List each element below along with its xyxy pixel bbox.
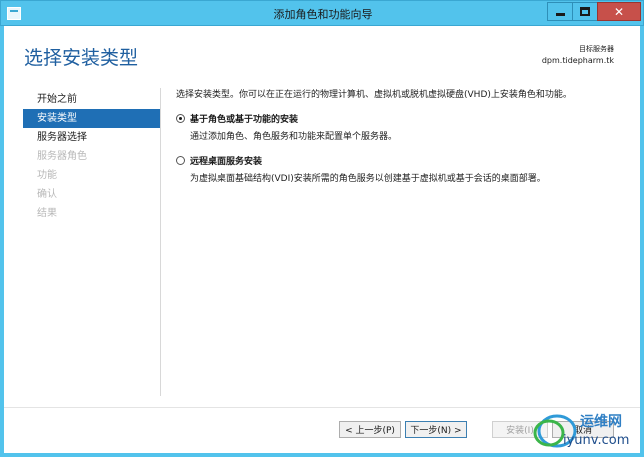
next-button[interactable]: 下一步(N) > <box>405 421 467 438</box>
option-role-based-description: 通过添加角色、角色服务和功能来配置单个服务器。 <box>190 132 398 142</box>
nav-divider <box>160 88 161 396</box>
nav-item-before-you-begin[interactable]: 开始之前 <box>23 90 160 109</box>
option-remote-desktop-description: 为虚拟桌面基础结构(VDI)安装所需的角色服务以创建基于虚拟机或基于会话的桌面部… <box>190 174 546 184</box>
option-remote-desktop[interactable]: 远程桌面服务安装 为虚拟桌面基础结构(VDI)安装所需的角色服务以创建基于虚拟机… <box>176 154 626 184</box>
nav-item-features: 功能 <box>37 170 57 181</box>
close-icon: ✕ <box>613 4 625 19</box>
watermark-domain: iyunv.com <box>563 433 630 448</box>
previous-button[interactable]: < 上一步(P) <box>339 421 401 438</box>
nav-item-installation-type[interactable]: 安装类型 <box>23 109 160 128</box>
wizard-nav: 开始之前 安装类型 服务器选择 服务器角色 功能 确认 结果 <box>23 90 160 223</box>
option-remote-desktop-title[interactable]: 远程桌面服务安装 <box>190 154 626 167</box>
maximize-button[interactable] <box>572 2 598 21</box>
option-role-based[interactable]: 基于角色或基于功能的安装 通过添加角色、角色服务和功能来配置单个服务器。 <box>176 112 626 142</box>
option-role-based-title[interactable]: 基于角色或基于功能的安装 <box>190 112 626 125</box>
footer-divider <box>4 407 640 408</box>
nav-item-server-selection[interactable]: 服务器选择 <box>23 128 160 147</box>
main-content: 选择安装类型。你可以在正在运行的物理计算机、虚拟机或脱机虚拟硬盘(VHD)上安装… <box>176 87 626 184</box>
close-button[interactable]: ✕ <box>597 2 641 21</box>
window-frame-right <box>640 26 644 457</box>
minimize-icon <box>555 12 565 16</box>
page-title: 选择安装类型 <box>24 47 139 69</box>
radio-role-based[interactable] <box>176 114 185 123</box>
target-server-label: 目标服务器 <box>579 45 614 53</box>
window-frame-bottom <box>0 453 644 457</box>
window-frame-left <box>0 26 4 457</box>
watermark-brand: 运维网 <box>580 414 622 430</box>
maximize-icon <box>580 7 590 16</box>
nav-item-server-roles: 服务器角色 <box>37 151 87 162</box>
minimize-button[interactable] <box>547 2 573 21</box>
page-description: 选择安装类型。你可以在正在运行的物理计算机、虚拟机或脱机虚拟硬盘(VHD)上安装… <box>176 90 572 100</box>
target-server-value: dpm.tidepharm.tk <box>541 56 614 65</box>
nav-item-confirmation: 确认 <box>37 189 57 200</box>
title-bar[interactable]: 添加角色和功能向导 ✕ <box>0 0 644 26</box>
nav-item-results: 结果 <box>37 208 57 219</box>
radio-remote-desktop[interactable] <box>176 156 185 165</box>
